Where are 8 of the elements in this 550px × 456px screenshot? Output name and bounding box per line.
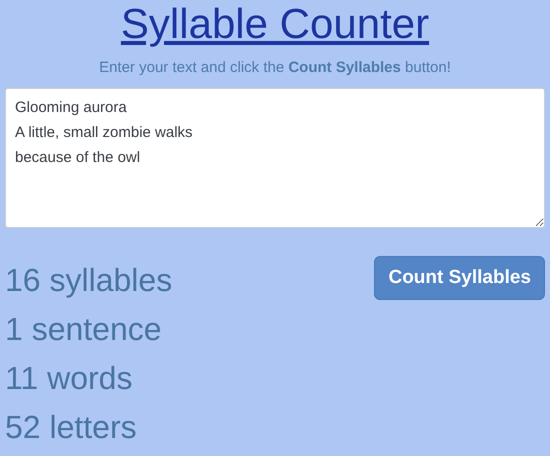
text-input-field[interactable]: Glooming aurora A little, small zombie walks because of the owl xyxy=(5,88,545,228)
result-text: 11 words xyxy=(5,359,134,398)
result-text: 1 sentence xyxy=(5,310,163,349)
title-link[interactable]: Syllable Counter xyxy=(120,0,430,47)
instructions-text: Enter your text and click the Count Syllables button! xyxy=(98,58,452,78)
count-syllables-button[interactable]: Count Syllables xyxy=(374,256,545,300)
result-text: 52 letters xyxy=(5,408,138,447)
result-text: 16 syllables xyxy=(5,261,172,300)
